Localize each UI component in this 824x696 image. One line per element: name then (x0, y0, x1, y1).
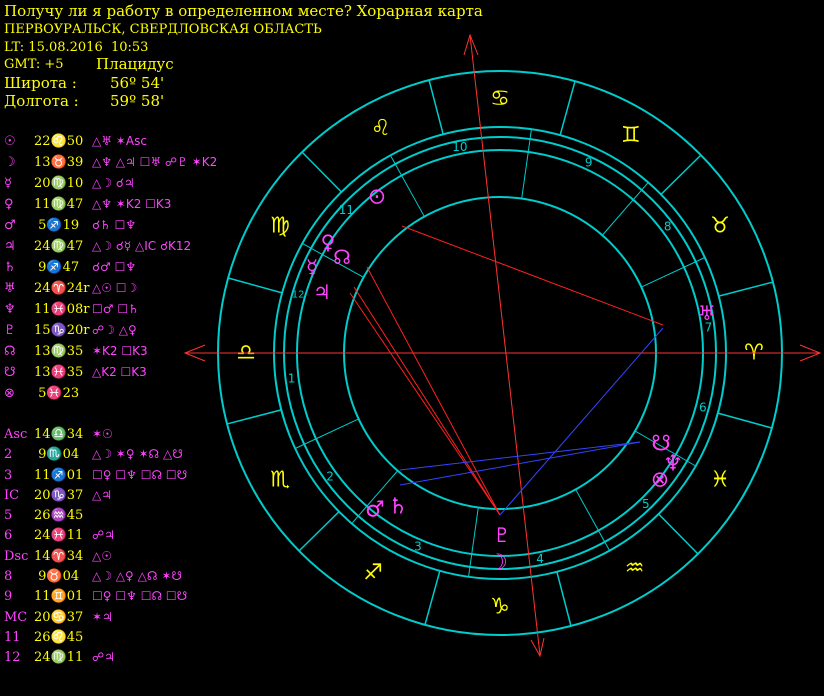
house-number-10: 10 (452, 140, 467, 154)
saturn-glyph: ♄ (388, 495, 408, 520)
aspect-line (353, 286, 501, 516)
aspect-line (399, 441, 641, 471)
sun-glyph: ⊙ (368, 185, 386, 210)
house-cusp-line (575, 489, 611, 551)
sign-boundary (660, 154, 702, 195)
sign-boundary (424, 570, 441, 626)
aspect-line (401, 225, 664, 326)
ic-arrow (530, 637, 545, 658)
north-node-glyph: ☊ (333, 245, 351, 269)
zodiac-glyph-6: ♍ (270, 214, 290, 239)
uranus-glyph: ♅ (698, 301, 716, 325)
sign-boundary (718, 281, 774, 297)
house-number-2: 2 (326, 469, 334, 483)
aspect-line (366, 266, 501, 516)
house-cusp-line (294, 418, 359, 449)
house-number-6: 6 (699, 400, 707, 414)
house-number-11: 11 (339, 203, 354, 217)
mars-glyph: ♂ (365, 498, 385, 523)
horary-chart-wheel: ♈♉♊♋♌♍♎♏♐♑♒♓123456789101112⊙☿ ☊♀♃♅☋♆⊗♇☽♂ ♄ (183, 33, 822, 658)
house-number-5: 5 (642, 497, 650, 511)
sign-boundary (559, 80, 576, 136)
fortune-glyph: ⊗ (651, 468, 669, 493)
zodiac-glyph-3: ♊ (621, 123, 641, 148)
pluto-glyph: ♇ (493, 523, 511, 547)
house-cusp-line (601, 182, 649, 236)
zodiac-glyph-10: ♑ (490, 595, 510, 620)
house-number-8: 8 (664, 220, 672, 234)
zodiac-glyph-2: ♉ (710, 214, 730, 239)
sign-boundary (226, 409, 282, 425)
sign-boundary (658, 513, 699, 555)
sign-boundary (717, 412, 773, 429)
zodiac-glyph-11: ♒ (625, 556, 645, 581)
aspect-line (349, 292, 501, 516)
zodiac-glyph-8: ♏ (270, 468, 290, 493)
house-cusp-line (641, 257, 706, 288)
zodiac-glyph-5: ♌ (371, 116, 391, 141)
sign-boundary (428, 79, 444, 135)
house-number-3: 3 (414, 539, 422, 553)
house-number-12: 12 (292, 290, 305, 301)
sign-boundary (298, 511, 340, 552)
sign-boundary (556, 571, 572, 627)
zodiac-glyph-12: ♓ (710, 468, 730, 493)
house-number-4: 4 (536, 552, 544, 566)
house-number-9: 9 (585, 156, 593, 170)
zodiac-glyph-9: ♐ (363, 560, 383, 585)
jupiter-glyph: ♃ (313, 280, 331, 304)
sign-boundary (301, 151, 342, 193)
venus-glyph: ♀ (321, 230, 336, 254)
house-cusp-line (389, 155, 425, 217)
moon-glyph: ☽ (488, 551, 508, 576)
sign-boundary (227, 277, 283, 294)
house-number-1: 1 (288, 372, 296, 386)
mercury-glyph: ☿ (306, 255, 318, 279)
zodiac-glyph-4: ♋ (490, 87, 510, 112)
